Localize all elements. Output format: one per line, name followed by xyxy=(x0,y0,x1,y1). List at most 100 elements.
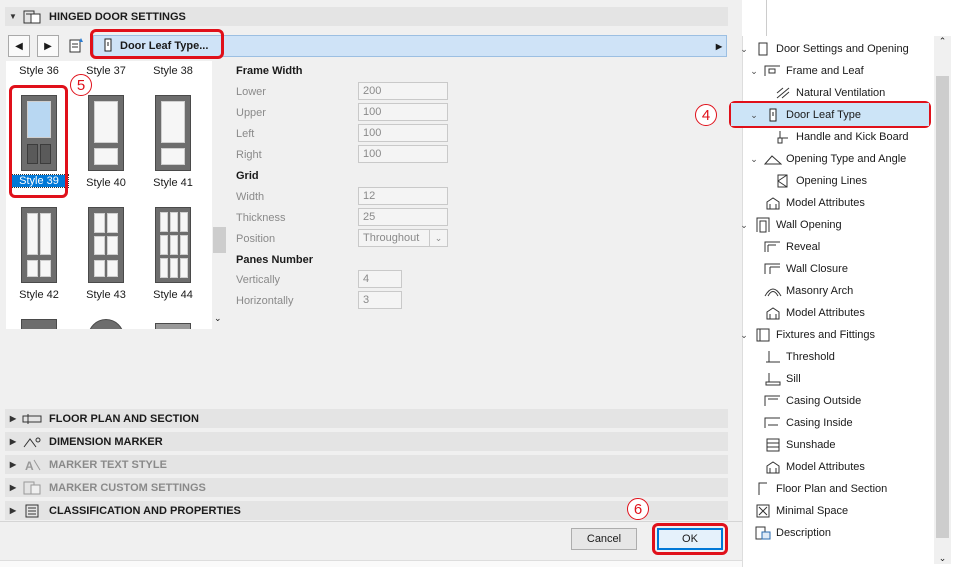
glass-pane xyxy=(94,260,105,277)
panes-number-heading: Panes Number xyxy=(236,254,314,266)
arrow-left-icon: ◀ xyxy=(15,40,23,52)
glass-pane xyxy=(160,258,168,278)
tree-item-sill[interactable]: Sill xyxy=(764,369,801,389)
hinged-door-settings-header[interactable]: ▼ HINGED DOOR SETTINGS xyxy=(5,7,728,26)
vertically-input[interactable]: 4 xyxy=(358,270,402,288)
tree-item-model-attributes-2[interactable]: Model Attributes xyxy=(764,303,865,323)
style-40-thumbnail[interactable] xyxy=(88,95,124,171)
casing-icon xyxy=(764,393,782,409)
tree-item-threshold[interactable]: Threshold xyxy=(764,347,835,367)
tree-item-casing-inside[interactable]: Casing Inside xyxy=(764,413,853,433)
tree-item-reveal[interactable]: Reveal xyxy=(764,237,820,257)
tree-item-label: Opening Type and Angle xyxy=(786,153,907,165)
tree-item-opening-type[interactable]: ⌄ Opening Type and Angle xyxy=(748,149,906,169)
expand-arrow-icon: ▶ xyxy=(9,437,17,446)
horizontally-input[interactable]: 3 xyxy=(358,291,402,309)
svg-text:A: A xyxy=(25,459,34,472)
gallery-item-label[interactable]: Style 38 xyxy=(143,65,203,77)
floor-plan-icon xyxy=(21,411,43,427)
width-input[interactable]: 12 xyxy=(358,187,448,205)
glass-pane xyxy=(170,258,178,278)
classification-icon xyxy=(21,503,43,519)
tree-item-opening-lines[interactable]: Opening Lines xyxy=(774,171,867,191)
gallery-item-label[interactable]: Style 36 xyxy=(9,65,69,77)
tree-item-door-settings[interactable]: ⌄ Door Settings and Opening xyxy=(738,39,909,59)
left-input[interactable]: 100 xyxy=(358,124,448,142)
gallery-item-label[interactable]: Style 41 xyxy=(143,177,203,189)
section-floor-plan[interactable]: ▶ FLOOR PLAN AND SECTION xyxy=(5,409,728,428)
left-label: Left xyxy=(236,128,255,140)
tree-item-fixtures[interactable]: ⌄ Fixtures and Fittings xyxy=(738,325,875,345)
frame-width-heading: Frame Width xyxy=(236,65,303,77)
gallery-item-label[interactable]: Style 44 xyxy=(143,289,203,301)
door-icon xyxy=(754,41,772,57)
tree-item-label: Masonry Arch xyxy=(786,285,854,297)
favorites-button[interactable] xyxy=(66,35,88,57)
gallery-scroll-thumb[interactable] xyxy=(213,227,226,253)
tree-item-label: Model Attributes xyxy=(786,307,865,319)
tree-item-casing-outside[interactable]: Casing Outside xyxy=(764,391,861,411)
position-value: Throughout xyxy=(363,232,420,244)
gallery-item-label[interactable]: Style 43 xyxy=(76,289,136,301)
lower-input[interactable]: 200 xyxy=(358,82,448,100)
gallery-item-label[interactable]: Style 40 xyxy=(76,177,136,189)
tree-item-handle[interactable]: Handle and Kick Board xyxy=(774,127,909,147)
tree-item-wall-closure[interactable]: Wall Closure xyxy=(764,259,848,279)
tree-item-minimal-space[interactable]: Minimal Space xyxy=(754,501,848,521)
style-41-thumbnail[interactable] xyxy=(155,95,191,171)
arrow-right-icon: ▶ xyxy=(44,40,52,52)
door-settings-dialog: ▼ HINGED DOOR SETTINGS ◀ ▶ Door Leaf Typ… xyxy=(0,0,742,567)
chevron-down-icon: ⌄ xyxy=(750,109,758,120)
style-thumbnail-partial[interactable] xyxy=(155,323,191,329)
thickness-input[interactable]: 25 xyxy=(358,208,448,226)
tree-item-description[interactable]: Description xyxy=(754,523,831,543)
chevron-down-icon[interactable]: ⌄ xyxy=(214,313,222,324)
tree-item-model-attributes-3[interactable]: Model Attributes xyxy=(764,457,865,477)
glass-pane xyxy=(40,213,51,255)
model-icon xyxy=(764,195,782,211)
cancel-button[interactable]: Cancel xyxy=(571,528,637,550)
tree-item-label: Minimal Space xyxy=(776,505,849,517)
section-marker-text-style[interactable]: ▶ A MARKER TEXT STYLE xyxy=(5,455,728,474)
angle-icon xyxy=(764,151,782,167)
tree-scrollbar[interactable]: ⌃ ⌄ xyxy=(934,36,951,564)
tree-item-wall-opening[interactable]: ⌄ Wall Opening xyxy=(738,215,842,235)
expand-arrow-icon: ▶ xyxy=(9,483,17,492)
ok-highlight xyxy=(652,523,728,555)
style-thumbnail-partial[interactable] xyxy=(88,319,124,329)
grid-heading: Grid xyxy=(236,170,259,182)
vertically-label: Vertically xyxy=(236,274,281,286)
tree-item-door-leaf-type[interactable]: ⌄ Door Leaf Type xyxy=(748,105,861,125)
gallery-scrollbar[interactable]: ⌄ xyxy=(212,61,227,329)
chevron-down-icon: ⌄ xyxy=(750,153,758,164)
section-label: CLASSIFICATION AND PROPERTIES xyxy=(49,504,241,517)
tree-item-masonry-arch[interactable]: Masonry Arch xyxy=(764,281,853,301)
tree-item-floor-plan[interactable]: Floor Plan and Section xyxy=(754,479,887,499)
tree-item-label: Fixtures and Fittings xyxy=(776,329,876,341)
expand-arrow-icon: ▶ xyxy=(9,414,17,423)
tree-item-model-attributes[interactable]: Model Attributes xyxy=(764,193,865,213)
style-42-thumbnail[interactable] xyxy=(21,207,57,283)
section-classification[interactable]: ▶ CLASSIFICATION AND PROPERTIES xyxy=(5,501,728,520)
style-43-thumbnail[interactable] xyxy=(88,207,124,283)
glass-pane xyxy=(107,236,118,255)
section-marker-custom[interactable]: ▶ MARKER CUSTOM SETTINGS xyxy=(5,478,728,497)
chevron-up-icon[interactable]: ⌃ xyxy=(934,36,951,47)
position-select[interactable]: Throughout ⌄ xyxy=(358,229,448,247)
tree-scroll-thumb[interactable] xyxy=(936,76,949,538)
upper-input[interactable]: 100 xyxy=(358,103,448,121)
tree-item-sunshade[interactable]: Sunshade xyxy=(764,435,836,455)
gallery-item-label[interactable]: Style 42 xyxy=(9,289,69,301)
right-input[interactable]: 100 xyxy=(358,145,448,163)
dimension-icon xyxy=(21,434,43,450)
style-thumbnail-partial[interactable] xyxy=(21,319,57,329)
next-button[interactable]: ▶ xyxy=(37,35,59,57)
tree-item-natural-ventilation[interactable]: Natural Ventilation xyxy=(774,83,885,103)
style-44-thumbnail[interactable] xyxy=(155,207,191,283)
tree-item-frame-leaf[interactable]: ⌄ Frame and Leaf xyxy=(748,61,863,81)
previous-button[interactable]: ◀ xyxy=(8,35,30,57)
divider xyxy=(766,0,767,36)
section-dimension-marker[interactable]: ▶ DIMENSION MARKER xyxy=(5,432,728,451)
glass-pane xyxy=(180,258,188,278)
chevron-down-icon[interactable]: ⌄ xyxy=(934,553,951,564)
